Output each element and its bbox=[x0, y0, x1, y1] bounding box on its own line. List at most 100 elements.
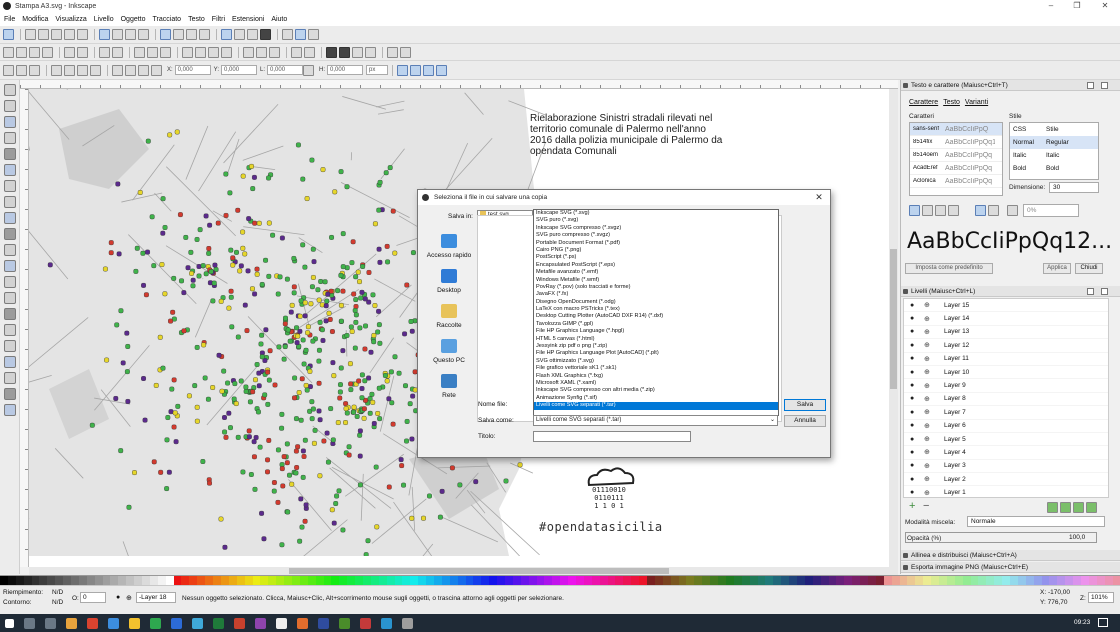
panel-iconify-icon[interactable] bbox=[1087, 288, 1094, 295]
add-layer-icon[interactable]: + bbox=[909, 500, 915, 512]
y-input[interactable]: 0,000 bbox=[221, 65, 258, 75]
app-icon[interactable] bbox=[213, 617, 224, 629]
preferences-icon[interactable] bbox=[400, 46, 411, 58]
export-icon[interactable] bbox=[77, 46, 88, 58]
star-tool-icon[interactable] bbox=[4, 212, 16, 224]
raise-icon[interactable] bbox=[125, 64, 136, 76]
visibility-icon[interactable]: ● bbox=[910, 462, 918, 469]
eraser-tool-icon[interactable] bbox=[4, 324, 16, 336]
file-format-option[interactable]: HTML 5 canvas (*.html) bbox=[534, 336, 778, 343]
visibility-icon[interactable]: ● bbox=[910, 369, 918, 376]
3dbox-tool-icon[interactable] bbox=[4, 180, 16, 192]
scale-corners-icon[interactable] bbox=[410, 64, 422, 76]
zoom-width-icon[interactable] bbox=[221, 46, 232, 58]
app-icon[interactable] bbox=[150, 617, 161, 629]
clone-icon[interactable] bbox=[256, 46, 267, 58]
snap-path-icon[interactable] bbox=[112, 29, 123, 40]
opacity-value[interactable]: 100,0 bbox=[1069, 534, 1085, 541]
cancel-button[interactable]: Annulla bbox=[784, 415, 826, 427]
snap-nodes-icon[interactable] bbox=[99, 29, 110, 40]
clock[interactable]: 09:23 bbox=[1074, 619, 1090, 626]
file-format-option[interactable]: SVG puro (*.svg) bbox=[534, 217, 778, 224]
vertical-scroll-thumb[interactable] bbox=[890, 249, 897, 389]
place-this-pc[interactable]: Questo PC bbox=[422, 339, 476, 364]
font-row[interactable]: AcadEref AaBbCcIiPpQq bbox=[910, 162, 1002, 175]
snap-rotation-icon[interactable] bbox=[199, 29, 210, 40]
visibility-icon[interactable]: ● bbox=[910, 422, 918, 429]
app-icon[interactable] bbox=[234, 617, 245, 629]
visibility-icon[interactable]: ● bbox=[910, 395, 918, 402]
lock-icon[interactable]: ⊕ bbox=[924, 395, 932, 403]
panel-iconify-icon[interactable] bbox=[1087, 82, 1094, 89]
file-format-option[interactable]: Disegno OpenDocument (*.odg) bbox=[534, 299, 778, 306]
duplicate-icon[interactable] bbox=[243, 46, 254, 58]
zoom-drawing-icon[interactable] bbox=[195, 46, 206, 58]
layer-row[interactable]: ● ⊕ Layer 8 bbox=[904, 393, 1108, 407]
menu-modifica[interactable]: Modifica bbox=[22, 16, 48, 23]
font-size-input[interactable]: 30 bbox=[1049, 182, 1099, 193]
transform-patterns-icon[interactable] bbox=[436, 64, 448, 76]
lock-icon[interactable]: ⊕ bbox=[924, 475, 932, 483]
file-format-option[interactable]: JavaFX (*.fx) bbox=[534, 291, 778, 298]
group-icon[interactable] bbox=[291, 46, 302, 58]
layer-up-icon[interactable] bbox=[1060, 502, 1071, 513]
line-spacing-input[interactable]: 0% bbox=[1023, 204, 1079, 217]
app-icon[interactable] bbox=[108, 617, 119, 629]
layer-down-icon[interactable] bbox=[1073, 502, 1084, 513]
snap-bbox-icon[interactable] bbox=[25, 29, 36, 40]
align-right-icon[interactable] bbox=[935, 205, 946, 216]
visibility-icon[interactable]: ● bbox=[910, 476, 918, 483]
export-panel-header[interactable]: Esporta immagine PNG (Maiusc+Ctrl+E) bbox=[901, 562, 1120, 573]
blend-mode-select[interactable]: Normale bbox=[967, 516, 1105, 527]
place-desktop[interactable]: Desktop bbox=[422, 269, 476, 294]
ellipse-tool-icon[interactable] bbox=[4, 196, 16, 208]
deselect-icon[interactable] bbox=[29, 64, 40, 76]
stroke-value[interactable]: N/D bbox=[52, 599, 63, 606]
layer-row[interactable]: ● ⊕ Layer 11 bbox=[904, 353, 1108, 366]
close-window-button[interactable]: ✕ bbox=[1094, 0, 1116, 12]
layer-visibility-icon[interactable]: ● bbox=[116, 594, 120, 601]
mesh-tool-icon[interactable] bbox=[4, 372, 16, 384]
place-quick-access[interactable]: Accesso rapido bbox=[422, 234, 476, 259]
font-row[interactable]: Aclonica AaBbCcIiPpQq bbox=[910, 175, 1002, 188]
place-libraries[interactable]: Raccolte bbox=[422, 304, 476, 329]
horizontal-scrollbar[interactable] bbox=[29, 567, 898, 575]
panel-close-icon[interactable] bbox=[1101, 82, 1108, 89]
app-icon[interactable] bbox=[297, 617, 308, 629]
flip-vertical-icon[interactable] bbox=[90, 64, 101, 76]
raise-to-top-icon[interactable] bbox=[112, 64, 123, 76]
measure-tool-icon[interactable] bbox=[4, 148, 16, 160]
layer-to-top-icon[interactable] bbox=[1047, 502, 1058, 513]
lower-to-bottom-icon[interactable] bbox=[151, 64, 162, 76]
layer-row[interactable]: ● ⊕ Layer 14 bbox=[904, 312, 1108, 326]
dialog-close-icon[interactable]: ✕ bbox=[812, 191, 826, 203]
visibility-icon[interactable]: ● bbox=[910, 355, 918, 362]
snap-intersection-icon[interactable] bbox=[125, 29, 136, 40]
new-document-icon[interactable] bbox=[3, 46, 14, 58]
horizontal-ruler[interactable] bbox=[20, 80, 898, 89]
minimize-button[interactable]: – bbox=[1040, 0, 1062, 12]
layer-row[interactable]: ● ⊕ Layer 12 bbox=[904, 339, 1108, 353]
layer-lock-icon[interactable]: ⊕ bbox=[126, 594, 132, 602]
visibility-icon[interactable]: ● bbox=[910, 315, 918, 322]
transform-gradients-icon[interactable] bbox=[423, 64, 435, 76]
layer-row[interactable]: ● ⊕ Layer 5 bbox=[904, 433, 1108, 447]
file-format-option[interactable]: PovRay (*.pov) (solo tracciati e forme) bbox=[534, 284, 778, 291]
layer-row[interactable]: ● ⊕ Layer 3 bbox=[904, 460, 1108, 474]
file-format-option[interactable]: Metafile avanzato (*.emf) bbox=[534, 269, 778, 276]
cut-icon[interactable] bbox=[147, 46, 158, 58]
opacity-status-input[interactable]: 0 bbox=[80, 592, 106, 603]
apply-button[interactable]: Applica bbox=[1043, 263, 1071, 274]
style-row[interactable]: Bold Bold bbox=[1010, 162, 1098, 175]
unit-select[interactable]: px bbox=[366, 65, 389, 75]
lock-icon[interactable]: ⊕ bbox=[924, 315, 932, 323]
dropper-tool-icon[interactable] bbox=[4, 388, 16, 400]
task-view-icon[interactable] bbox=[45, 617, 56, 629]
horizontal-text-icon[interactable] bbox=[975, 205, 986, 216]
select-all-icon[interactable] bbox=[3, 64, 14, 76]
snap-smooth-icon[interactable] bbox=[160, 29, 171, 40]
undo-icon[interactable] bbox=[99, 46, 110, 58]
text-tool-icon[interactable] bbox=[4, 292, 16, 304]
snap-midpoint-icon[interactable] bbox=[64, 29, 75, 40]
width-input[interactable]: 0,000 bbox=[267, 65, 304, 75]
